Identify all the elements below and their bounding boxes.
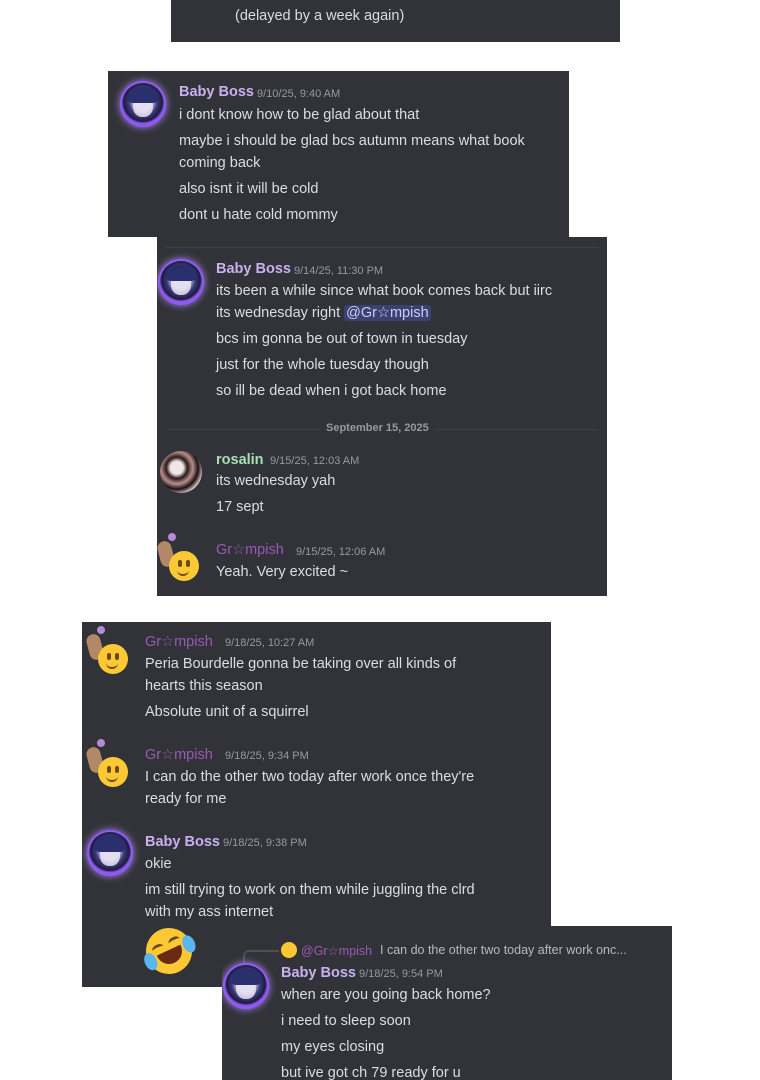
message-line: so ill be dead when i got back home: [216, 383, 447, 399]
smiley-icon: [98, 644, 128, 674]
user-avatar[interactable]: [122, 83, 164, 125]
author-name[interactable]: rosalin: [216, 452, 264, 468]
chat-panel-2: Baby Boss 9/14/25, 11:30 PM its been a w…: [157, 237, 607, 596]
message-line: just for the whole tuesday though: [216, 357, 429, 373]
message-line: 17 sept: [216, 499, 264, 515]
message-timestamp: 9/14/25, 11:30 PM: [294, 265, 384, 277]
rolling-on-floor-laughing-emoji: [138, 920, 200, 982]
message-line: Yeah. Very excited ~: [216, 564, 349, 580]
message-line: its wednesday yah: [216, 473, 336, 489]
flower-icon: [168, 533, 176, 541]
message-timestamp: 9/15/25, 12:06 AM: [296, 546, 386, 558]
flower-icon: [97, 739, 105, 747]
author-name[interactable]: Gr☆mpish: [145, 747, 213, 763]
message-line: hearts this season: [145, 678, 263, 694]
message-line: but ive got ch 79 ready for u: [281, 1065, 461, 1080]
smiley-icon: [98, 757, 128, 787]
message-timestamp: 9/18/25, 9:54 PM: [359, 968, 443, 980]
message-timestamp: 9/18/25, 10:27 AM: [225, 637, 315, 649]
author-name[interactable]: Gr☆mpish: [216, 542, 284, 558]
user-avatar[interactable]: [84, 626, 130, 674]
message-line: im still trying to work on them while ju…: [145, 882, 475, 898]
message-line: (delayed by a week again): [235, 8, 405, 24]
message-line: also isnt it will be cold: [179, 181, 319, 197]
date-divider: September 15, 2025: [320, 422, 435, 434]
message-text: its wednesday right: [216, 305, 341, 321]
user-avatar[interactable]: [225, 965, 267, 1007]
author-name[interactable]: Gr☆mpish: [145, 634, 213, 650]
message-line: dont u hate cold mommy: [179, 207, 338, 223]
message-line: with my ass internet: [145, 904, 274, 920]
user-avatar[interactable]: [89, 832, 131, 874]
reply-preview[interactable]: I can do the other two today after work …: [380, 943, 627, 957]
chat-panel-4: @Gr☆mpish I can do the other two today a…: [222, 926, 672, 1080]
flower-icon: [97, 626, 105, 634]
user-avatar[interactable]: [84, 739, 130, 787]
message-line: okie: [145, 856, 172, 872]
chat-panel-top: (delayed by a week again): [171, 0, 620, 42]
message-timestamp: 9/10/25, 9:40 AM: [257, 88, 341, 100]
message-timestamp: 9/15/25, 12:03 AM: [270, 455, 360, 467]
user-avatar[interactable]: [160, 261, 202, 303]
user-avatar[interactable]: [157, 533, 201, 581]
message-line: i dont know how to be glad about that: [179, 107, 420, 123]
message-timestamp: 9/18/25, 9:34 PM: [225, 750, 309, 762]
message-line: i need to sleep soon: [281, 1013, 411, 1029]
panel-top-divider: [165, 247, 599, 248]
message-line: ready for me: [145, 791, 227, 807]
author-name[interactable]: Baby Boss: [145, 834, 220, 850]
user-mention[interactable]: @Gr☆mpish: [344, 305, 431, 321]
author-name[interactable]: Baby Boss: [179, 84, 254, 100]
chat-panel-1: Baby Boss 9/10/25, 9:40 AM i dont know h…: [108, 71, 569, 237]
message-line: maybe i should be glad bcs autumn means …: [179, 133, 525, 149]
message-line: Peria Bourdelle gonna be taking over all…: [145, 656, 457, 672]
author-name[interactable]: Baby Boss: [281, 965, 356, 981]
message-timestamp: 9/18/25, 9:38 PM: [223, 837, 307, 849]
message-line: coming back: [179, 155, 261, 171]
reply-connector: [243, 950, 279, 966]
author-name[interactable]: Baby Boss: [216, 261, 291, 277]
emoji-tear: [179, 933, 199, 955]
message-line: my eyes closing: [281, 1039, 385, 1055]
reply-author[interactable]: @Gr☆mpish: [301, 943, 372, 958]
user-avatar[interactable]: [160, 451, 202, 493]
smiley-icon: [169, 551, 199, 581]
message-line: Absolute unit of a squirrel: [145, 704, 309, 720]
message-line: its wednesday right @Gr☆mpish: [216, 302, 431, 324]
reply-avatar-icon[interactable]: [281, 942, 297, 958]
message-line: bcs im gonna be out of town in tuesday: [216, 331, 468, 347]
message-line: I can do the other two today after work …: [145, 769, 475, 785]
message-line: when are you going back home?: [281, 987, 491, 1003]
message-line: its been a while since what book comes b…: [216, 283, 553, 299]
